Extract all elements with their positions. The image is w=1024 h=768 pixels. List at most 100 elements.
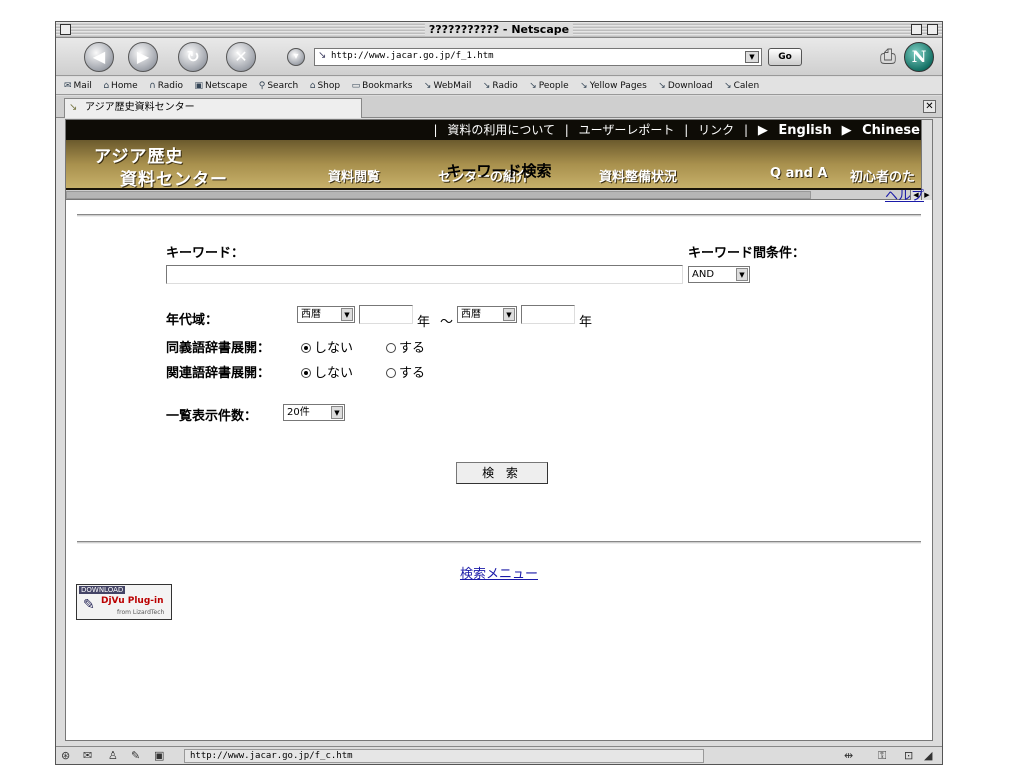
tab-active[interactable]: ↘ アジア歴史資料センター <box>64 98 362 118</box>
chevron-down-icon: ▼ <box>331 406 343 419</box>
count-select-value: 20件 <box>287 407 310 418</box>
search-button[interactable]: 検 索 <box>456 462 548 484</box>
page-icon: ↘ <box>318 50 327 61</box>
help-link[interactable]: ヘルプ <box>885 185 924 204</box>
reload-button[interactable]: ↻ <box>178 42 208 72</box>
toolbar-item-yellow-pages[interactable]: ↘ Yellow Pages <box>580 77 647 94</box>
toolbar-item-download[interactable]: ↘ Download <box>658 77 712 94</box>
link-chinese[interactable]: ▶ Chinese <box>842 123 920 138</box>
toolbar-item-home[interactable]: ⌂ Home <box>103 77 137 94</box>
synonym-option-no[interactable]: しない <box>301 337 353 356</box>
my-netscape-icon: ▣ <box>194 81 204 91</box>
condition-select[interactable]: AND ▼ <box>688 266 750 283</box>
toolbar-item-mail[interactable]: ✉ Mail <box>64 77 92 94</box>
url-input[interactable]: http://www.jacar.go.jp/f_1.htm <box>331 51 494 61</box>
toolbar-item-radio[interactable]: ∩ Radio <box>149 77 183 94</box>
back-arrow-icon: ◀ <box>92 47 106 66</box>
home-icon: ⌂ <box>103 81 110 91</box>
arrow-right-icon: ▶ <box>924 191 930 199</box>
security-icon[interactable]: ⚿ <box>878 749 886 763</box>
divider-bottom <box>77 541 921 544</box>
chevron-down-icon: ▾ <box>293 51 299 62</box>
forward-button[interactable]: ▶ <box>128 42 158 72</box>
header-horizontal-scrollbar[interactable]: ◀ ▶ <box>66 190 932 200</box>
era-separator: ～ <box>440 315 454 330</box>
close-icon: ✕ <box>925 101 934 112</box>
navigator-icon[interactable]: ⊛ <box>61 749 70 762</box>
collapse-box[interactable] <box>927 24 938 35</box>
resize-grip-icon[interactable]: ◢ <box>924 749 932 762</box>
synonym-option-yes[interactable]: する <box>386 337 425 356</box>
era-to-calendar-value: 西暦 <box>461 309 481 320</box>
djvu-plugin-badge[interactable]: DOWNLOAD ✎ DjVu Plug-in from LizardTech <box>76 584 172 620</box>
toolbar-item-people[interactable]: ↘ People <box>529 77 568 94</box>
link-user-report[interactable]: ユーザーレポート <box>579 123 675 137</box>
mail-icon: ✉ <box>64 81 72 91</box>
era-to-calendar-select[interactable]: 西暦 ▼ <box>457 306 517 323</box>
home-bookmark-button[interactable]: ▾ <box>287 48 305 66</box>
chevron-down-icon: ▼ <box>341 308 353 321</box>
toolbar-item-calendar[interactable]: ↘ Calen <box>724 77 759 94</box>
stop-button[interactable]: ✕ <box>226 42 256 72</box>
print-icon[interactable]: ⎙ <box>880 44 896 68</box>
keyword-input[interactable] <box>166 265 683 284</box>
toolbar-item-shop[interactable]: ⌂ Shop <box>310 77 340 94</box>
window-title: ??????????? - Netscape <box>424 23 574 36</box>
related-label: 関連語辞書展開： <box>166 366 271 381</box>
count-select[interactable]: 20件 ▼ <box>283 404 345 421</box>
keyword-label: キーワード： <box>166 246 245 261</box>
era-from-calendar-select[interactable]: 西暦 ▼ <box>297 306 355 323</box>
close-tab-button[interactable]: ✕ <box>923 100 936 113</box>
header-top-links: | 資料の利用について | ユーザーレポート | リンク | ▶ English… <box>433 123 920 138</box>
count-label: 一覧表示件数： <box>166 409 258 424</box>
djvu-title: DjVu Plug-in <box>101 596 164 606</box>
related-option-no[interactable]: しない <box>301 362 353 381</box>
toolbar-item-webmail[interactable]: ↘ WebMail <box>423 77 471 94</box>
condition-label: キーワード間条件： <box>688 246 806 261</box>
page-content: | 資料の利用について | ユーザーレポート | リンク | ▶ English… <box>65 119 933 741</box>
toolbar-item-radio-link[interactable]: ↘ Radio <box>482 77 518 94</box>
navigation-toolbar: ◀ ▶ ↻ ✕ ▾ ↘ http://www.jacar.go.jp/f_1.h… <box>56 38 942 76</box>
radio-selected-icon[interactable] <box>301 343 311 353</box>
composer-icon[interactable]: ✎ <box>131 749 140 762</box>
url-dropdown-button[interactable]: ▼ <box>745 51 759 63</box>
link-icon: ↘ <box>482 81 491 91</box>
title-bar[interactable]: ??????????? - Netscape <box>56 22 942 38</box>
browser-window: ??????????? - Netscape ◀ ▶ ↻ ✕ ▾ ↘ http:… <box>55 21 943 765</box>
netscape-throbber-icon[interactable]: N <box>904 42 934 72</box>
djvu-from: from LizardTech <box>117 609 165 616</box>
related-option-yes[interactable]: する <box>386 362 425 381</box>
url-bar[interactable]: ↘ http://www.jacar.go.jp/f_1.htm ▼ <box>314 48 762 66</box>
chevron-down-icon: ▼ <box>749 53 755 61</box>
close-box[interactable] <box>60 24 71 35</box>
scrollbar-thumb[interactable] <box>66 191 811 199</box>
link-links[interactable]: リンク <box>698 123 734 137</box>
link-english[interactable]: ▶ English <box>758 123 832 138</box>
era-from-year-input[interactable] <box>359 305 413 324</box>
toolbar-item-search[interactable]: ⚲ Search <box>259 77 299 94</box>
link-usage[interactable]: 資料の利用について <box>447 123 555 137</box>
djvu-download-label: DOWNLOAD <box>79 586 126 594</box>
radio-unselected-icon[interactable] <box>386 368 396 378</box>
back-button[interactable]: ◀ <box>84 42 114 72</box>
lock-icon[interactable]: ⊡ <box>904 749 913 762</box>
era-to-unit: 年 <box>579 315 593 330</box>
status-url: http://www.jacar.go.jp/f_c.htm <box>184 749 704 763</box>
synonym-label: 同義語辞書展開： <box>166 341 271 356</box>
address-book-icon[interactable]: ▣ <box>154 749 164 762</box>
radio-selected-icon[interactable] <box>301 368 311 378</box>
tab-label: アジア歴史資料センター <box>85 102 195 113</box>
search-menu-link[interactable]: 検索メニュー <box>66 563 932 582</box>
link-icon: ↘ <box>724 81 732 91</box>
mail-icon[interactable]: ✉ <box>83 749 92 762</box>
pen-icon: ✎ <box>83 597 95 613</box>
aim-icon[interactable]: ♙ <box>108 749 118 762</box>
toolbar-item-netscape[interactable]: ▣ Netscape <box>194 77 248 94</box>
era-to-year-input[interactable] <box>521 305 575 324</box>
zoom-box[interactable] <box>911 24 922 35</box>
toolbar-item-bookmarks[interactable]: ▭ Bookmarks <box>352 77 413 94</box>
radio-unselected-icon[interactable] <box>386 343 396 353</box>
link-icon: ↘ <box>423 81 432 91</box>
go-button[interactable]: Go <box>768 48 802 66</box>
online-icon[interactable]: ⇹ <box>844 749 853 762</box>
